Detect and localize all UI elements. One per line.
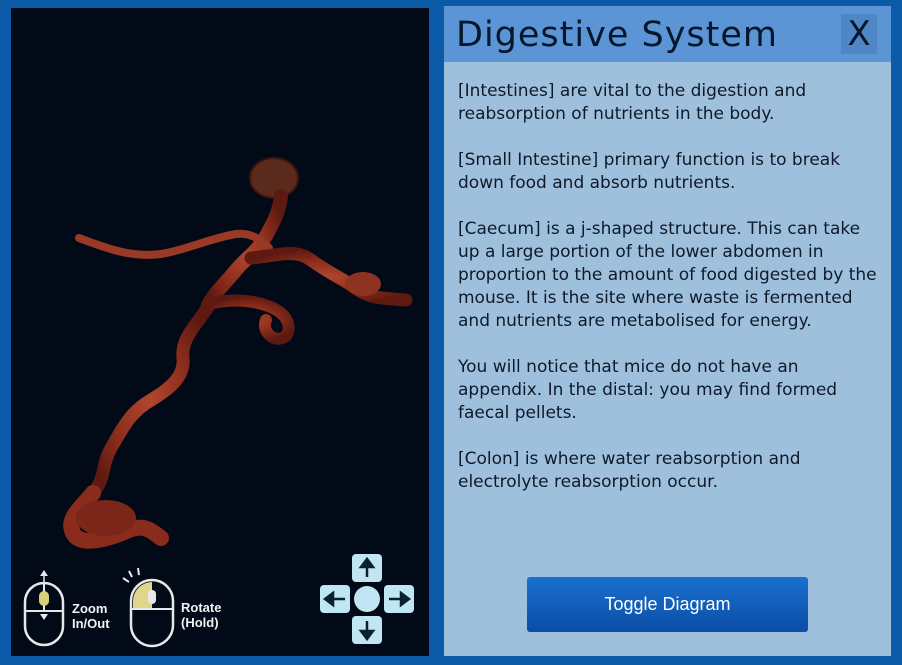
zoom-label: Zoom In/Out bbox=[72, 601, 110, 631]
paragraph-small-intestine: [Small Intestine] primary function is to… bbox=[458, 150, 841, 193]
paragraph-intestines: [Intestines] are vital to the digestion … bbox=[458, 81, 807, 124]
close-button[interactable]: X bbox=[841, 14, 877, 54]
info-panel: Digestive System X [Intestines] are vita… bbox=[444, 6, 891, 656]
toggle-diagram-button[interactable]: Toggle Diagram bbox=[527, 577, 808, 632]
paragraph-colon: [Colon] is where water reabsorption and … bbox=[458, 449, 801, 492]
rotate-label-line2: (Hold) bbox=[181, 615, 219, 630]
panel-title: Digestive System bbox=[456, 15, 778, 55]
paragraph-caecum: [Caecum] is a j-shaped structure. This c… bbox=[458, 219, 877, 331]
rotate-label-line1: Rotate bbox=[181, 600, 222, 615]
paragraph-appendix: You will notice that mice do not have an… bbox=[458, 357, 838, 423]
panel-description: [Intestines] are vital to the digestion … bbox=[458, 80, 878, 517]
rotate-label: Rotate (Hold) bbox=[181, 600, 221, 630]
zoom-label-line1: Zoom bbox=[72, 601, 108, 616]
intestine-3d-model[interactable] bbox=[11, 8, 429, 656]
model-viewer[interactable]: Zoom In/Out Rotate (Hold) bbox=[11, 8, 429, 656]
zoom-label-line2: In/Out bbox=[72, 616, 110, 631]
panel-header: Digestive System X bbox=[444, 6, 891, 62]
